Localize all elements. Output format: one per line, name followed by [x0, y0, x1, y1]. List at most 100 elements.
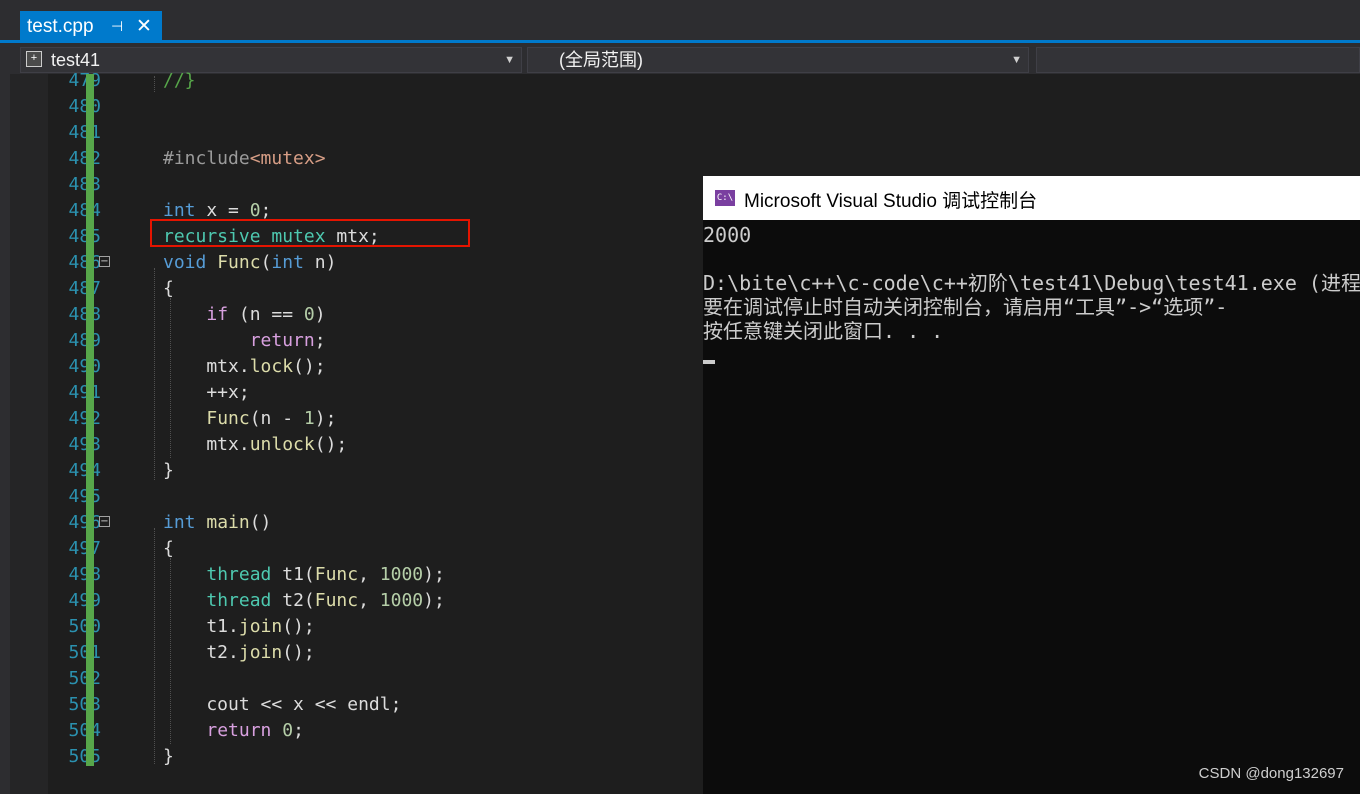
code-token: }	[163, 746, 174, 767]
code-token: 1	[303, 408, 315, 429]
code-token: ,	[358, 564, 380, 585]
code-token: Func	[217, 252, 261, 273]
code-line[interactable]: 504 return 0;	[48, 718, 703, 744]
tab-title: test.cpp	[27, 16, 94, 37]
code-text: thread t2(Func, 1000);	[163, 588, 445, 614]
code-line[interactable]: 505}	[48, 744, 703, 770]
code-token: #include	[163, 148, 250, 169]
code-token: ();	[314, 434, 348, 455]
code-text: void Func(int n)	[163, 250, 336, 276]
code-line[interactable]: 496 int main()	[48, 510, 703, 536]
code-token: thread	[206, 590, 272, 611]
code-token: mtx.	[163, 356, 250, 377]
code-token: x =	[195, 200, 250, 221]
code-text: {	[163, 276, 174, 302]
code-text: thread t1(Func, 1000);	[163, 562, 444, 588]
code-line[interactable]: 482 #include<mutex>	[48, 146, 703, 172]
code-text: t1.join();	[163, 614, 315, 640]
code-line[interactable]: 486 void Func(int n)	[48, 250, 703, 276]
code-token: ();	[293, 356, 326, 377]
code-line[interactable]: 499 thread t2(Func, 1000);	[48, 588, 703, 614]
code-token: Func	[314, 590, 359, 611]
collapse-func-icon[interactable]: −	[99, 256, 110, 267]
code-line[interactable]: 495	[48, 484, 703, 510]
code-text: {	[163, 536, 174, 562]
fold-guide	[154, 268, 155, 480]
code-line[interactable]: 480	[48, 94, 703, 120]
code-text: mtx.unlock();	[163, 432, 347, 458]
tab-underline	[0, 40, 1360, 43]
code-token: ();	[282, 616, 315, 637]
code-line[interactable]: 494}	[48, 458, 703, 484]
code-line[interactable]: 491 ++x;	[48, 380, 703, 406]
project-icon: +	[26, 51, 42, 67]
document-tab-bar: test.cpp ⊣ ✕	[0, 0, 1360, 44]
member-dropdown[interactable]	[1036, 47, 1360, 73]
code-line[interactable]: 503 cout << x << endl;	[48, 692, 703, 718]
collapse-main-icon[interactable]: −	[99, 516, 110, 527]
code-text: ++x;	[163, 380, 250, 406]
code-token: ;	[314, 330, 326, 351]
code-token: ();	[282, 642, 315, 663]
code-token: ()	[249, 512, 272, 533]
code-line[interactable]: 493 mtx.unlock();	[48, 432, 703, 458]
code-token: int	[163, 200, 196, 221]
code-line[interactable]: 479//}	[48, 68, 703, 94]
console-output-line: 按任意键关闭此窗口. . .	[703, 319, 944, 343]
code-line[interactable]: 488 if (n == 0)	[48, 302, 703, 328]
code-token: main	[206, 512, 250, 533]
code-line[interactable]: 481	[48, 120, 703, 146]
code-line[interactable]: 501 t2.join();	[48, 640, 703, 666]
code-token: ++x;	[163, 382, 250, 403]
code-text: }	[163, 458, 174, 484]
code-token: 1000	[379, 590, 424, 611]
code-token: )	[314, 304, 326, 325]
code-line[interactable]: 483	[48, 172, 703, 198]
console-output-line: 2000	[703, 223, 752, 247]
code-token: Func	[314, 564, 359, 585]
code-editor[interactable]: 479//} 480 481 482 #include<mutex> 483 484 int …	[48, 70, 703, 794]
code-token: {	[163, 538, 174, 559]
code-token: void	[163, 252, 207, 273]
console-title-bar[interactable]: C:\ Microsoft Visual Studio 调试控制台	[703, 176, 1360, 220]
tab-test-cpp[interactable]: test.cpp ⊣ ✕	[20, 11, 162, 42]
code-token: join	[238, 642, 283, 663]
code-text: mtx.lock();	[163, 354, 326, 380]
code-token: ,	[358, 590, 380, 611]
debug-console-window[interactable]: C:\ Microsoft Visual Studio 调试控制台 2000 D…	[703, 176, 1360, 794]
code-token: (	[260, 252, 272, 273]
code-line[interactable]: 492 Func(n - 1);	[48, 406, 703, 432]
console-output-line: 要在调试停止时自动关闭控制台，请启用“工具”->“选项”-	[703, 295, 1228, 319]
code-token: int	[163, 512, 196, 533]
code-token: 1000	[379, 564, 424, 585]
left-tool-strip	[0, 44, 10, 794]
code-token: (n -	[249, 408, 304, 429]
code-token: t2(	[271, 590, 315, 611]
code-token: 0	[303, 304, 315, 325]
console-cursor	[703, 360, 715, 364]
code-line[interactable]: 490 mtx.lock();	[48, 354, 703, 380]
code-token: );	[423, 590, 445, 611]
code-token: t1.	[163, 616, 239, 637]
code-text: return 0;	[163, 718, 304, 744]
indent-guide	[170, 558, 171, 744]
code-line[interactable]: 502	[48, 666, 703, 692]
console-title: Microsoft Visual Studio 调试控制台	[744, 191, 1038, 212]
code-line[interactable]: 498 thread t1(Func, 1000);	[48, 562, 703, 588]
code-line[interactable]: 500 t1.join();	[48, 614, 703, 640]
code-line[interactable]: 487{	[48, 276, 703, 302]
code-line[interactable]: 497{	[48, 536, 703, 562]
code-token: mtx.	[163, 434, 250, 455]
close-icon[interactable]: ✕	[136, 11, 152, 42]
code-token: }	[163, 460, 174, 481]
code-token: 0	[282, 720, 294, 741]
pin-icon[interactable]: ⊣	[111, 11, 123, 42]
code-token: 0	[249, 200, 261, 221]
chevron-down-icon: ▼	[1011, 54, 1022, 66]
code-text: }	[163, 744, 174, 770]
code-line[interactable]: 489 return;	[48, 328, 703, 354]
code-text: //}	[163, 68, 196, 94]
code-token: ;	[293, 720, 304, 741]
